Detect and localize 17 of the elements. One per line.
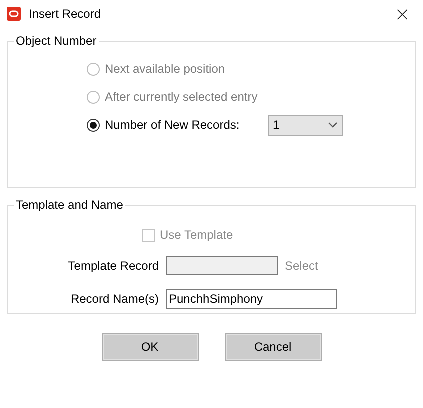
dialog-button[interactable]: OK: [102, 333, 198, 361]
group-title: Template and Name: [15, 198, 124, 212]
dialog-button[interactable]: Cancel: [224, 333, 322, 361]
field-label: Template Record: [67, 258, 159, 272]
count-dropdown[interactable]: 1: [268, 114, 343, 136]
window-title: Insert Record: [29, 7, 102, 21]
app-logo-icon: [7, 7, 21, 21]
radio-label: After currently selected entry: [105, 90, 258, 104]
close-button[interactable]: ×: [390, 2, 415, 26]
group-title: Object Number: [15, 34, 98, 48]
field-label: Record Name(s): [70, 292, 159, 306]
radio-label: Next available position: [105, 62, 226, 76]
checkbox-label: Use Template: [160, 228, 234, 242]
radio-button[interactable]: [87, 118, 100, 132]
radio-label: Number of New Records:: [105, 118, 240, 132]
chevron-icon: [328, 122, 338, 128]
record-names-field[interactable]: PunchhSimphony: [166, 289, 337, 309]
